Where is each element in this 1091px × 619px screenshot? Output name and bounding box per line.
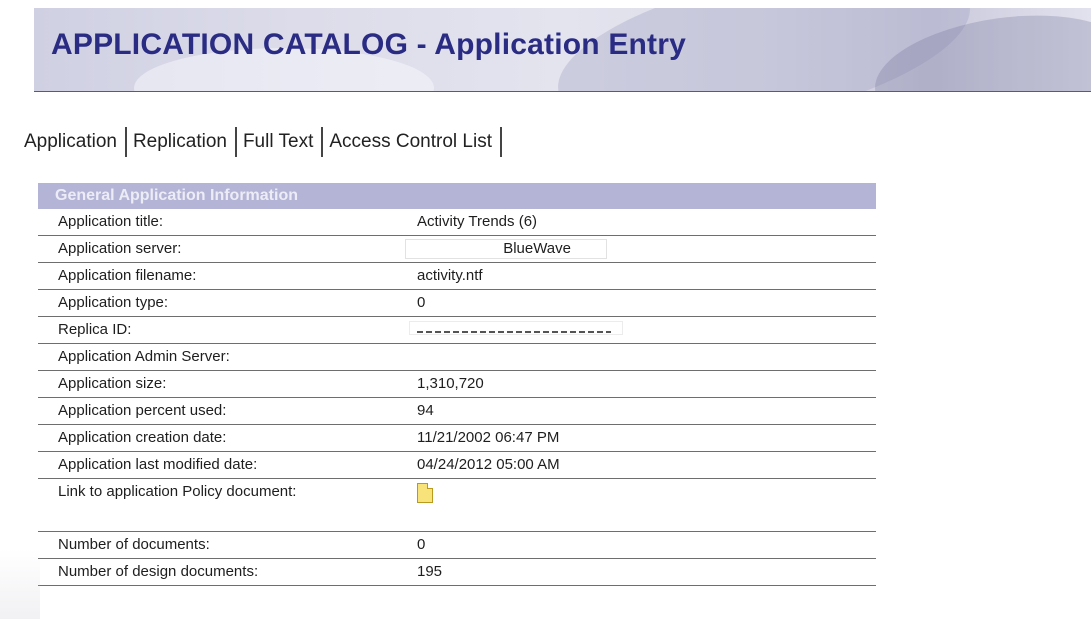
field-label: Application size: — [38, 370, 401, 398]
table-row: Application filename: activity.ntf — [38, 262, 876, 290]
application-title-value: Activity Trends (6) — [401, 209, 876, 236]
field-label: Application filename: — [38, 262, 401, 290]
tab-separator — [499, 127, 502, 157]
table-row: Replica ID: — [38, 316, 876, 344]
application-server-text: BlueWave — [503, 240, 571, 257]
background-shading — [0, 549, 40, 619]
field-label: Number of documents: — [38, 531, 401, 559]
field-label: Application Admin Server: — [38, 343, 401, 371]
modified-date-value: 04/24/2012 05:00 AM — [401, 451, 876, 479]
page-title: APPLICATION CATALOG - Application Entry — [51, 28, 687, 61]
field-label: Link to application Policy document: — [38, 478, 401, 532]
general-info-section: General Application Information Applicat… — [38, 183, 876, 586]
num-documents-value: 0 — [401, 531, 876, 559]
field-label: Application title: — [38, 209, 401, 236]
table-row: Application title: Activity Trends (6) — [38, 209, 876, 236]
table-row: Number of design documents: 195 — [38, 558, 876, 586]
application-filename-value: activity.ntf — [401, 262, 876, 290]
application-type-value: 0 — [401, 289, 876, 317]
replica-id-redacted — [409, 321, 623, 335]
table-row: Application type: 0 — [38, 289, 876, 317]
field-label: Application server: — [38, 235, 401, 263]
table-row: Application server: BlueWave — [38, 235, 876, 263]
header-divider — [34, 91, 1091, 92]
tab-bar: Application Replication Full Text Access… — [24, 126, 502, 158]
num-design-documents-value: 195 — [401, 558, 876, 586]
tab-application[interactable]: Application — [24, 126, 125, 158]
tab-replication[interactable]: Replication — [127, 126, 235, 158]
application-server-value: BlueWave — [405, 239, 607, 259]
table-row: Number of documents: 0 — [38, 531, 876, 559]
policy-link-cell — [401, 478, 876, 532]
table-row: Application creation date: 11/21/2002 06… — [38, 424, 876, 452]
application-size-value: 1,310,720 — [401, 370, 876, 398]
tab-full-text[interactable]: Full Text — [237, 126, 321, 158]
table-row: Application percent used: 94 — [38, 397, 876, 425]
field-label: Application last modified date: — [38, 451, 401, 479]
tab-access-control-list[interactable]: Access Control List — [323, 126, 500, 158]
percent-used-value: 94 — [401, 397, 876, 425]
field-label: Application creation date: — [38, 424, 401, 452]
application-server-cell: BlueWave — [401, 235, 876, 263]
creation-date-value: 11/21/2002 06:47 PM — [401, 424, 876, 452]
table-row: Link to application Policy document: — [38, 478, 876, 532]
header-banner: APPLICATION CATALOG - Application Entry — [34, 8, 1091, 92]
replica-id-cell — [401, 316, 876, 344]
field-label: Application percent used: — [38, 397, 401, 425]
field-label: Replica ID: — [38, 316, 401, 344]
field-label: Number of design documents: — [38, 558, 401, 586]
document-icon[interactable] — [417, 483, 433, 503]
section-header: General Application Information — [38, 183, 876, 209]
admin-server-value — [401, 343, 876, 371]
table-row: Application last modified date: 04/24/20… — [38, 451, 876, 479]
table-row: Application Admin Server: — [38, 343, 876, 371]
field-label: Application type: — [38, 289, 401, 317]
info-table: Application title: Activity Trends (6) A… — [38, 209, 876, 586]
table-row: Application size: 1,310,720 — [38, 370, 876, 398]
